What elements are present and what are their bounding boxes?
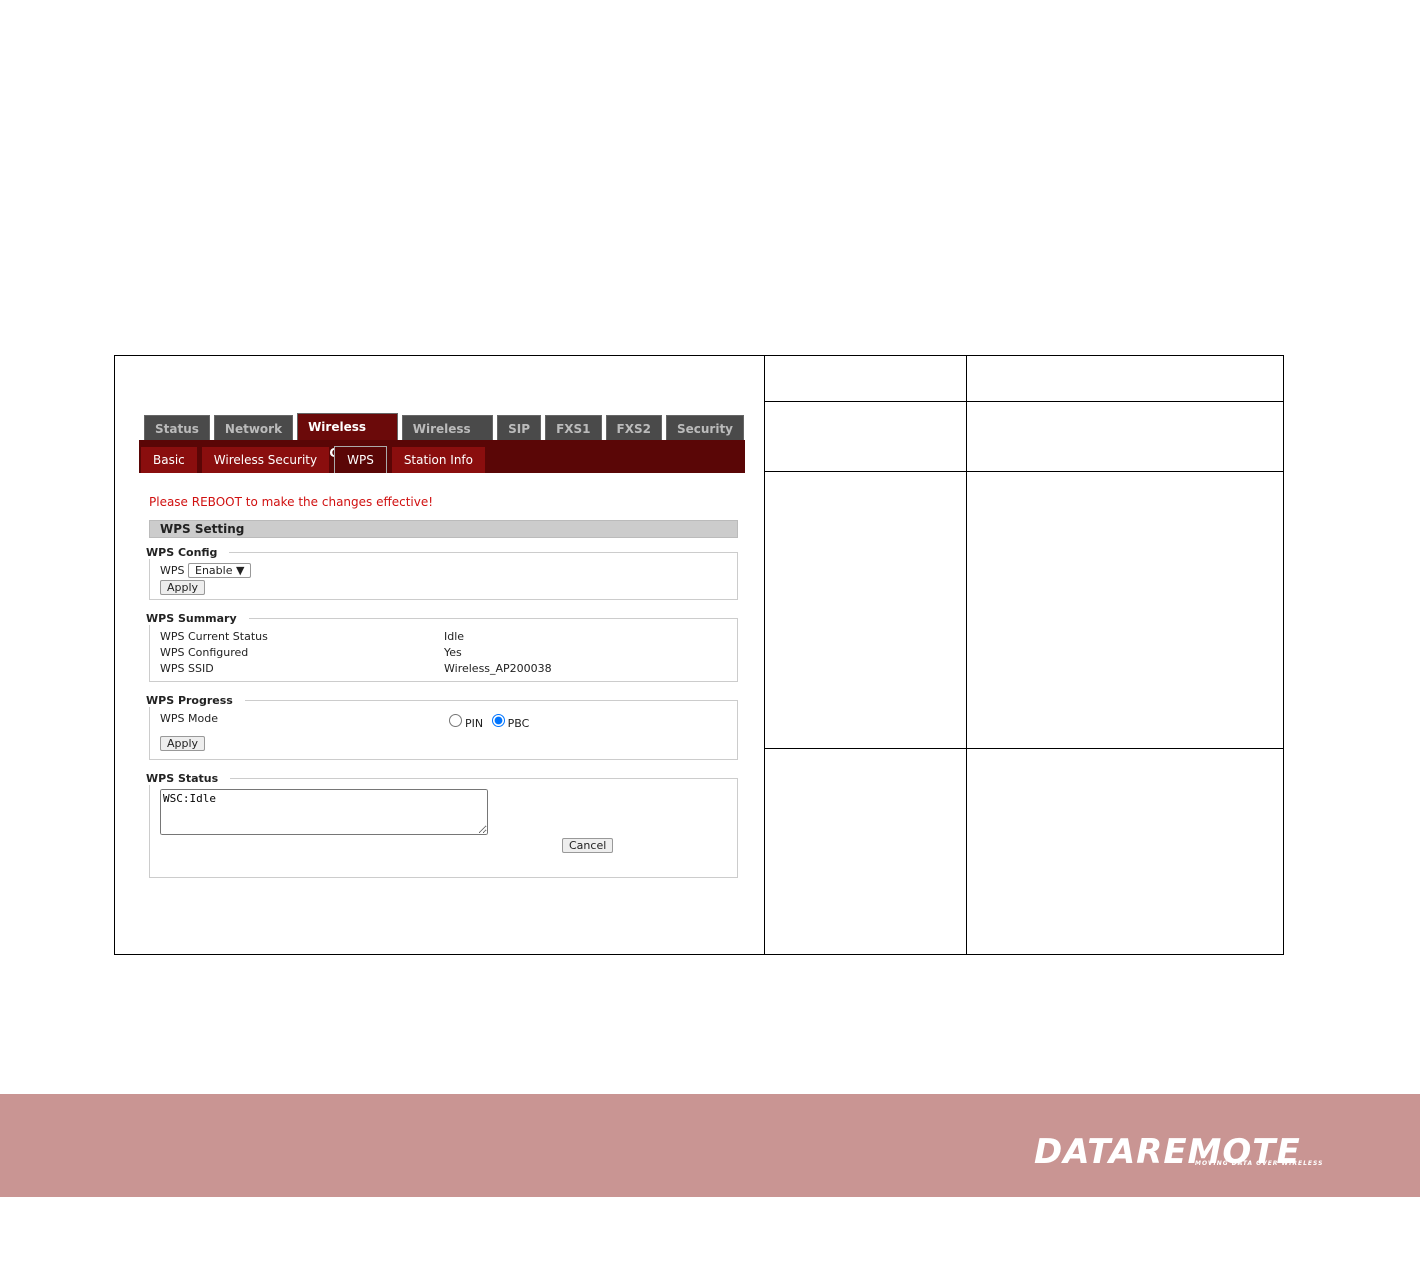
summary-row: WPS Current Status Idle (160, 630, 465, 643)
legend: WPS Progress (146, 694, 233, 707)
subtab-wireless-security[interactable]: Wireless Security (201, 447, 330, 473)
summary-row: WPS Configured Yes (160, 646, 462, 659)
main-tabs: Status Network Wireless 2.4GHz Wireless … (144, 413, 744, 462)
tab-sip[interactable]: SIP (497, 415, 542, 440)
wps-config: WPS Config WPS Enable ▼ Apply (146, 546, 738, 600)
subtab-basic[interactable]: Basic (141, 447, 197, 473)
legend: WPS Status (146, 772, 219, 785)
status-textarea[interactable]: WSC:Idle (160, 789, 488, 835)
tab-wireless-24[interactable]: Wireless 2.4GHz (297, 413, 398, 460)
select-value: Enable (195, 564, 233, 577)
section-header: WPS Setting (149, 520, 738, 538)
cancel-button[interactable]: Cancel (562, 838, 614, 853)
tab-security[interactable]: Security (665, 415, 744, 440)
wps-label: WPS (160, 564, 185, 577)
legend: WPS Summary (146, 612, 237, 625)
reboot-notice: Please REBOOT to make the changes effect… (149, 495, 434, 509)
pin-radio[interactable] (449, 714, 462, 727)
wps-status: WPS Status WSC:Idle Cancel (146, 772, 738, 878)
pbc-radio[interactable] (491, 714, 505, 727)
wps-select[interactable]: Enable ▼ (188, 563, 252, 578)
apply-button[interactable]: Apply (160, 580, 206, 595)
legend: WPS Config (146, 546, 218, 559)
tab-wireless-5[interactable]: Wireless 5GHz (401, 415, 494, 462)
summary-row: WPS SSID Wireless_AP200038 (160, 662, 552, 675)
tab-fxs1[interactable]: FXS1 (545, 415, 602, 440)
tab-fxs2[interactable]: FXS2 (605, 415, 662, 440)
subtab-wps[interactable]: WPS (334, 446, 387, 473)
logo-tagline: MOVING DATA OVER WIRELESS (1195, 1160, 1324, 1167)
wps-summary: WPS Summary WPS Current Status Idle WPS C… (146, 612, 738, 682)
subtab-station-info[interactable]: Station Info (391, 447, 485, 473)
tab-status[interactable]: Status (144, 415, 210, 440)
apply-button[interactable]: Apply (160, 736, 206, 751)
tab-network[interactable]: Network (213, 415, 294, 440)
wps-mode-label: WPS Mode (160, 712, 218, 725)
footer-band: DATAREMOTE MOVING DATA OVER WIRELESS (0, 1094, 1420, 1197)
router-ui-screenshot: Status Network Wireless 2.4GHz Wireless … (139, 413, 745, 878)
wps-progress: WPS Progress WPS Mode PIN PBC Apply (146, 694, 738, 760)
